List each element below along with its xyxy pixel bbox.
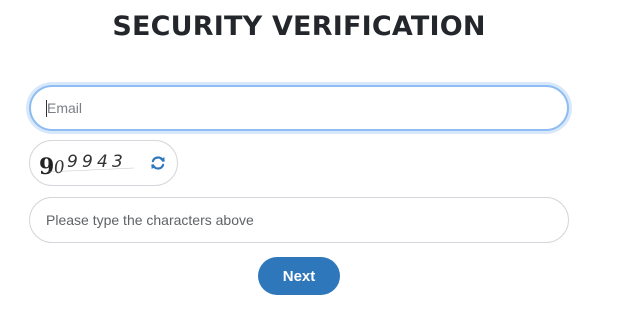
next-button[interactable]: Next xyxy=(258,257,340,295)
svg-text:0: 0 xyxy=(53,157,66,178)
page-title: SECURITY VERIFICATION xyxy=(112,11,486,42)
svg-text:9: 9 xyxy=(82,152,93,172)
captcha-image: 909943 9 0 9 9 4 3 xyxy=(39,152,135,178)
security-verification-page: SECURITY VERIFICATION 909943 9 0 9 9 4 3… xyxy=(0,0,633,313)
refresh-icon[interactable] xyxy=(149,154,167,172)
svg-text:9: 9 xyxy=(67,152,78,172)
captcha-answer-field[interactable] xyxy=(29,197,569,243)
captcha-box: 909943 9 0 9 9 4 3 xyxy=(29,140,178,186)
text-cursor xyxy=(46,100,47,117)
email-field[interactable] xyxy=(29,85,569,131)
